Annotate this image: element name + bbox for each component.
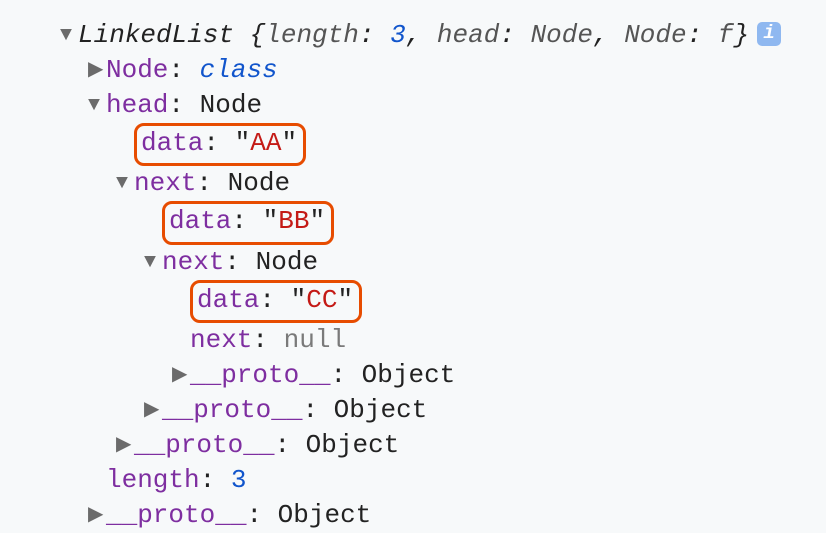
prop-key: next <box>162 245 224 280</box>
property-row-next[interactable]: ▼ next : Node <box>60 166 786 201</box>
property-row-proto[interactable]: ▶ __proto__ : Object <box>60 428 786 463</box>
string-value: CC <box>306 283 337 318</box>
prop-key: head <box>106 88 168 123</box>
triangle-right-icon[interactable]: ▶ <box>172 362 190 389</box>
summary-key-length: length <box>265 18 359 53</box>
property-row-next-null[interactable]: next : null <box>60 323 786 358</box>
prop-key: Node <box>106 53 168 88</box>
string-value: AA <box>250 126 281 161</box>
prop-val-null: null <box>284 323 346 358</box>
triangle-down-icon[interactable]: ▼ <box>60 22 78 49</box>
triangle-right-icon[interactable]: ▶ <box>88 502 106 529</box>
highlight-box-aa: data : " AA " <box>134 123 306 166</box>
prop-val-object: Object <box>278 498 372 533</box>
property-row-data-bb[interactable]: data : " BB " <box>60 201 786 244</box>
property-row-data-cc[interactable]: data : " CC " <box>60 280 786 323</box>
property-row-proto[interactable]: ▶ __proto__ : Object <box>60 393 786 428</box>
brace-open: { <box>234 18 265 53</box>
summary-val-length: 3 <box>390 18 406 53</box>
property-row-proto[interactable]: ▶ __proto__ : Object <box>60 358 786 393</box>
prop-val-object: Object <box>334 393 428 428</box>
triangle-down-icon[interactable]: ▼ <box>116 170 134 197</box>
prop-key: next <box>190 323 252 358</box>
quote-icon: " <box>309 204 325 239</box>
highlight-box-cc: data : " CC " <box>190 280 362 323</box>
prop-key: length <box>106 463 200 498</box>
string-value: BB <box>278 204 309 239</box>
object-summary-row[interactable]: ▼ LinkedList { length : 3 , head : Node … <box>60 18 786 53</box>
prop-val-node: Node <box>256 245 318 280</box>
property-row-next[interactable]: ▼ next : Node <box>60 245 786 280</box>
prop-val-node: Node <box>200 88 262 123</box>
property-row-proto[interactable]: ▶ __proto__ : Object <box>60 498 786 533</box>
prop-key: data <box>197 283 259 318</box>
prop-key: __proto__ <box>190 358 330 393</box>
triangle-down-icon[interactable]: ▼ <box>88 92 106 119</box>
quote-icon: " <box>281 126 297 161</box>
info-icon[interactable]: i <box>757 22 781 46</box>
property-row-length[interactable]: length : 3 <box>60 463 786 498</box>
summary-key-head: head <box>437 18 499 53</box>
prop-key: data <box>169 204 231 239</box>
prop-key: __proto__ <box>162 393 302 428</box>
triangle-right-icon[interactable]: ▶ <box>144 397 162 424</box>
summary-val-f: f <box>718 18 734 53</box>
prop-key: next <box>134 166 196 201</box>
prop-val-number: 3 <box>231 463 247 498</box>
property-row-head[interactable]: ▼ head : Node <box>60 88 786 123</box>
triangle-right-icon[interactable]: ▶ <box>88 57 106 84</box>
summary-key-node: Node <box>624 18 686 53</box>
prop-val-class: class <box>200 53 278 88</box>
prop-key: data <box>141 126 203 161</box>
prop-val-object: Object <box>306 428 400 463</box>
prop-val-node: Node <box>228 166 290 201</box>
quote-icon: " <box>337 283 353 318</box>
prop-key: __proto__ <box>134 428 274 463</box>
prop-val-object: Object <box>362 358 456 393</box>
quote-icon: " <box>235 126 251 161</box>
triangle-down-icon[interactable]: ▼ <box>144 249 162 276</box>
quote-icon: " <box>291 283 307 318</box>
constructor-name: LinkedList <box>78 18 234 53</box>
triangle-right-icon[interactable]: ▶ <box>116 432 134 459</box>
property-row-data-aa[interactable]: data : " AA " <box>60 123 786 166</box>
highlight-box-bb: data : " BB " <box>162 201 334 244</box>
brace-close: } <box>733 18 749 53</box>
quote-icon: " <box>263 204 279 239</box>
prop-key: __proto__ <box>106 498 246 533</box>
summary-val-head: Node <box>531 18 593 53</box>
property-row-node[interactable]: ▶ Node : class <box>60 53 786 88</box>
